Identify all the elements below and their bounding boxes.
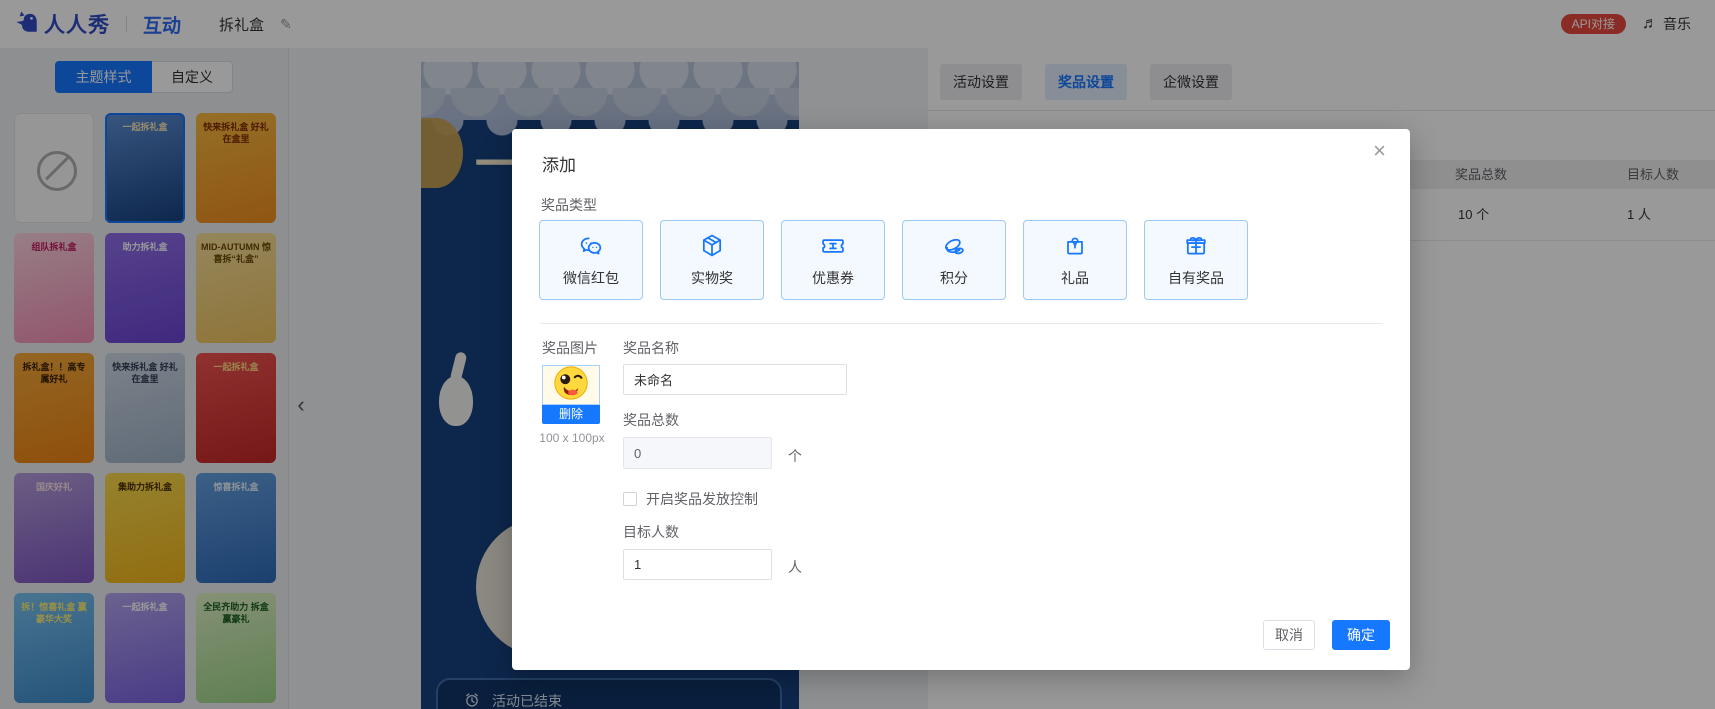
app-window: 人人秀 互动 拆礼盒 ✎ API对接 ♬ 音乐 主题样式 自定义 一起拆礼盒 快来… (0, 0, 1715, 709)
prize-type-label-text: 自有奖品 (1168, 270, 1224, 286)
prize-type-coupon[interactable]: 优惠券 (781, 220, 885, 300)
target-count-label: 目标人数 (623, 524, 679, 540)
prize-total-unit: 个 (788, 448, 802, 464)
confirm-button[interactable]: 确定 (1332, 620, 1390, 650)
close-icon[interactable]: × (1367, 139, 1392, 163)
physical-prize-icon (698, 232, 726, 260)
own-prize-icon (1182, 232, 1210, 260)
points-icon (940, 232, 968, 260)
cancel-button[interactable]: 取消 (1263, 620, 1315, 650)
prize-total-input (623, 437, 772, 469)
modal-title: 添加 (542, 156, 576, 175)
prize-type-gift[interactable]: 礼品 (1023, 220, 1127, 300)
add-prize-modal: × 添加 奖品类型 微信红包 实物奖 优惠券 积分 礼品 自有奖品 奖品图片 删… (512, 129, 1410, 670)
gift-icon (1061, 232, 1089, 260)
modal-divider (540, 323, 1382, 324)
image-size-hint: 100 x 100px (539, 431, 605, 445)
prize-type-physical[interactable]: 实物奖 (660, 220, 764, 300)
prize-total-label: 奖品总数 (623, 412, 679, 428)
prize-type-wechat-redpacket[interactable]: 微信红包 (539, 220, 643, 300)
emoji-image (552, 366, 590, 404)
coupon-icon (819, 232, 847, 260)
prize-type-label-text: 实物奖 (691, 270, 733, 286)
prize-type-label-text: 礼品 (1061, 270, 1089, 286)
prize-type-label-text: 优惠券 (812, 270, 854, 286)
issue-control-row[interactable]: 开启奖品发放控制 (623, 489, 758, 509)
prize-type-own[interactable]: 自有奖品 (1144, 220, 1248, 300)
prize-type-points[interactable]: 积分 (902, 220, 1006, 300)
prize-name-label: 奖品名称 (623, 340, 679, 356)
prize-image-thumbnail[interactable] (542, 365, 600, 405)
delete-image-button[interactable]: 删除 (542, 405, 600, 424)
issue-control-label: 开启奖品发放控制 (646, 491, 758, 507)
issue-control-checkbox[interactable] (623, 492, 637, 506)
prize-name-input[interactable] (623, 364, 847, 395)
prize-type-label: 奖品类型 (541, 197, 597, 213)
target-count-input[interactable] (623, 549, 772, 580)
prize-type-label-text: 积分 (940, 270, 968, 286)
prize-image-label: 奖品图片 (542, 340, 598, 356)
prize-type-cards: 微信红包 实物奖 优惠券 积分 礼品 自有奖品 (539, 220, 1248, 300)
target-count-unit: 人 (788, 559, 802, 575)
prize-type-label-text: 微信红包 (563, 270, 619, 286)
wechat-redpacket-icon (577, 232, 605, 260)
